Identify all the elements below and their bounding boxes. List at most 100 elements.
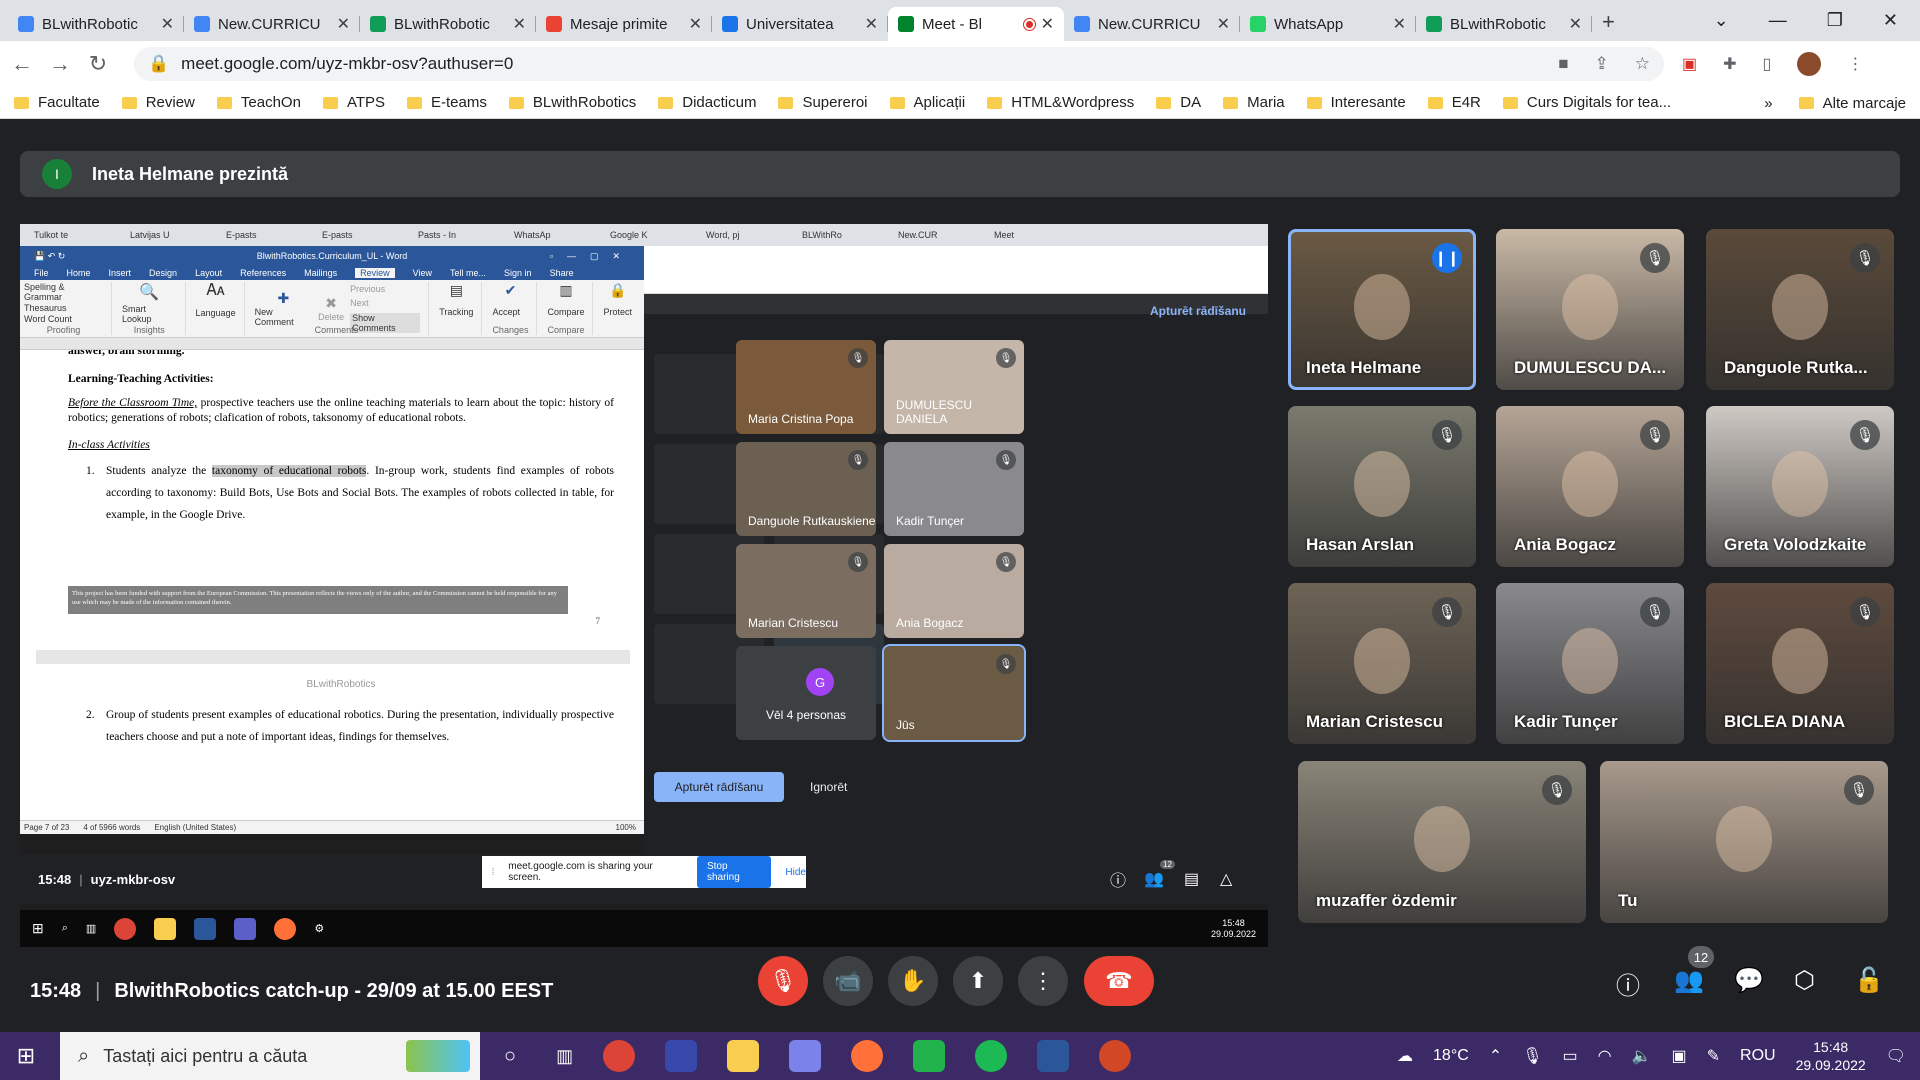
profile-avatar[interactable]: [1797, 52, 1822, 76]
participant-tile[interactable]: ❙❙ Ineta Helmane: [1288, 229, 1476, 390]
present-button[interactable]: ⬆: [953, 956, 1003, 1006]
reload-icon[interactable]: ↻: [82, 51, 114, 77]
powerpoint-taskbar-icon[interactable]: [1099, 1040, 1132, 1072]
chrome-taskbar-icon[interactable]: [603, 1040, 636, 1072]
taskview-icon[interactable]: ▥: [556, 1046, 573, 1067]
pen-icon[interactable]: ✎: [1707, 1046, 1720, 1066]
participant-tile[interactable]: 🎙 Hasan Arslan: [1288, 406, 1476, 567]
browser-tab[interactable]: New.CURRICU ✕: [184, 7, 360, 41]
end-call-button[interactable]: ☎: [1084, 956, 1154, 1006]
browser-tab[interactable]: Universitatea ✕: [712, 7, 888, 41]
firefox-taskbar-icon[interactable]: [851, 1040, 884, 1072]
bookmark-item[interactable]: HTML&Wordpress: [987, 94, 1134, 111]
participant-tile[interactable]: 🎙 Greta Volodzkaite: [1706, 406, 1894, 567]
word-status-item: English (United States): [154, 823, 237, 832]
tab-close-icon[interactable]: ✕: [689, 14, 702, 34]
sidepanel-icon[interactable]: ▯: [1763, 54, 1772, 74]
back-icon[interactable]: ←: [6, 51, 38, 77]
chat-icon[interactable]: 💬: [1734, 966, 1764, 995]
teams-taskbar-icon[interactable]: [789, 1040, 822, 1072]
share-icon[interactable]: ⇪: [1595, 54, 1609, 74]
browser-tab[interactable]: WhatsApp ✕: [1240, 7, 1416, 41]
taskbar-clock[interactable]: 15:48 29.09.2022: [1796, 1038, 1866, 1074]
bookmark-item[interactable]: Interesante: [1306, 94, 1406, 111]
raise-hand-button[interactable]: ✋: [888, 956, 938, 1006]
info-icon[interactable]: ⓘ: [1616, 966, 1640, 1001]
browser-tab[interactable]: BLwithRobotic ✕: [8, 7, 184, 41]
participant-tile[interactable]: 🎙 Ania Bogacz: [1496, 406, 1684, 567]
battery-icon[interactable]: ▭: [1563, 1046, 1578, 1066]
tab-close-icon[interactable]: ✕: [865, 14, 878, 34]
app-taskbar-icon[interactable]: [665, 1040, 698, 1072]
maximize-button[interactable]: ❐: [1827, 10, 1843, 31]
bookmark-item[interactable]: Didacticum: [658, 94, 756, 111]
new-tab-button[interactable]: +: [1602, 9, 1615, 35]
people-icon[interactable]: 👥: [1674, 966, 1704, 995]
input-language[interactable]: ROU: [1740, 1047, 1776, 1065]
camera-button[interactable]: 📹: [823, 956, 873, 1006]
browser-tab[interactable]: Mesaje primite ✕: [536, 7, 712, 41]
participant-tile[interactable]: 🎙 BICLEA DIANA: [1706, 583, 1894, 744]
participant-tile[interactable]: 🎙 Danguole Rutka...: [1706, 229, 1894, 390]
tray-chevron-icon[interactable]: ⌃: [1489, 1046, 1502, 1066]
weather-icon[interactable]: ☁: [1397, 1046, 1413, 1066]
bookmark-item[interactable]: Maria: [1223, 94, 1285, 111]
tab-close-icon[interactable]: ✕: [1393, 14, 1406, 34]
tab-search-icon[interactable]: ⌄: [1714, 10, 1729, 31]
bookmark-other[interactable]: Alte marcaje: [1798, 95, 1906, 112]
taskbar-search[interactable]: ⌕ Tastați aici pentru a căuta: [60, 1032, 480, 1080]
browser-tab[interactable]: BLwithRobotic ✕: [360, 7, 536, 41]
mic-off-button[interactable]: 🎙: [758, 956, 808, 1006]
participant-tile[interactable]: 🎙 Kadir Tunçer: [1496, 583, 1684, 744]
browser-tab[interactable]: Meet - Bl ✕: [888, 7, 1064, 41]
tray-app-icon[interactable]: ▣: [1672, 1046, 1687, 1066]
tab-close-icon[interactable]: ✕: [1041, 14, 1054, 34]
tab-close-icon[interactable]: ✕: [337, 14, 350, 34]
participant-tile[interactable]: 🎙 Tu: [1600, 761, 1888, 923]
close-window-button[interactable]: ✕: [1883, 10, 1898, 31]
host-controls-icon[interactable]: 🔓: [1854, 966, 1884, 995]
bookmark-item[interactable]: TeachOn: [216, 94, 301, 111]
tray-mic-icon[interactable]: 🎙: [1522, 1046, 1542, 1066]
tab-close-icon[interactable]: ✕: [1569, 14, 1582, 34]
bookmark-item[interactable]: Facultate: [14, 94, 100, 111]
extension-icon[interactable]: ▣: [1682, 54, 1697, 74]
browser-tab[interactable]: New.CURRICU ✕: [1064, 7, 1240, 41]
volume-icon[interactable]: 🔈: [1632, 1046, 1652, 1066]
puzzle-icon[interactable]: ✚: [1723, 54, 1736, 74]
tab-close-icon[interactable]: ✕: [161, 14, 174, 34]
tab-close-icon[interactable]: ✕: [1217, 14, 1230, 34]
omnibox[interactable]: 🔒 meet.google.com/uyz-mkbr-osv?authuser=…: [134, 47, 1664, 81]
classroom-taskbar-icon[interactable]: [913, 1040, 946, 1072]
bookmark-item[interactable]: Supereroi: [778, 94, 868, 111]
participant-tile[interactable]: 🎙 muzaffer özdemir: [1298, 761, 1586, 923]
more-options-button[interactable]: ⋮: [1018, 956, 1068, 1006]
bookmark-item[interactable]: E-teams: [407, 94, 487, 111]
forward-icon[interactable]: →: [44, 51, 76, 77]
explorer-taskbar-icon[interactable]: [727, 1040, 760, 1072]
minimize-button[interactable]: —: [1769, 10, 1787, 31]
bookmark-item[interactable]: DA: [1156, 94, 1201, 111]
activities-icon[interactable]: ⬡: [1794, 966, 1815, 995]
browser-tab[interactable]: BLwithRobotic ✕: [1416, 7, 1592, 41]
hangup-icon: ☎: [1105, 968, 1133, 993]
spotify-taskbar-icon[interactable]: [975, 1040, 1008, 1072]
bookmark-item[interactable]: E4R: [1427, 94, 1481, 111]
wifi-icon[interactable]: ◠: [1598, 1046, 1612, 1066]
bookmark-item[interactable]: ATPS: [322, 94, 385, 111]
star-icon[interactable]: ☆: [1635, 54, 1650, 74]
bookmark-item[interactable]: BLwithRobotics: [508, 94, 636, 111]
bookmark-item[interactable]: Curs Digitals for tea...: [1502, 94, 1671, 111]
participant-tile[interactable]: 🎙 DUMULESCU DA...: [1496, 229, 1684, 390]
bookmark-item[interactable]: Aplicații: [889, 94, 965, 111]
notifications-icon[interactable]: 🗨: [1886, 1046, 1906, 1066]
tab-close-icon[interactable]: ✕: [513, 14, 526, 34]
cortana-icon[interactable]: ○: [504, 1045, 516, 1068]
menu-icon[interactable]: ⋮: [1847, 54, 1863, 74]
windows-start-icon[interactable]: ⊞: [0, 1043, 52, 1069]
word-taskbar-icon[interactable]: [1037, 1040, 1070, 1072]
camera-icon[interactable]: ■: [1558, 54, 1568, 74]
bookmark-item[interactable]: Review: [121, 94, 195, 111]
bookmarks-more-button[interactable]: »: [1764, 95, 1772, 112]
participant-tile[interactable]: 🎙 Marian Cristescu: [1288, 583, 1476, 744]
